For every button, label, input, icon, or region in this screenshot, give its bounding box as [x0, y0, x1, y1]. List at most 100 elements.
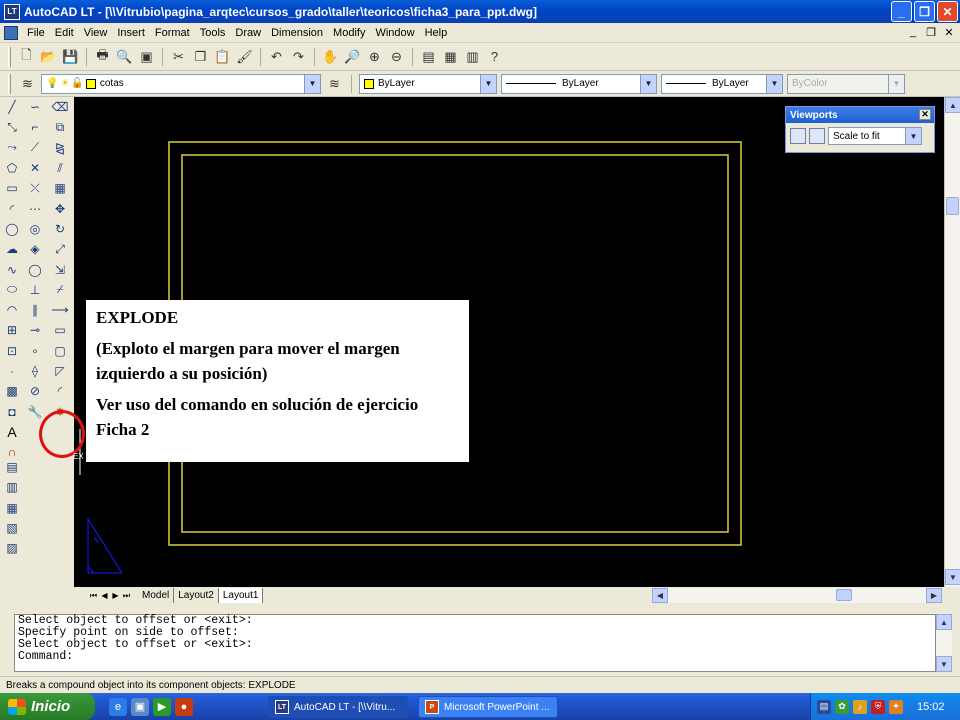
- save-icon[interactable]: 💾: [61, 47, 80, 66]
- command-history[interactable]: Select object to offset or <exit>: Speci…: [14, 614, 936, 672]
- move-icon[interactable]: ✥: [50, 198, 70, 218]
- next-tab-icon[interactable]: ▶: [110, 589, 121, 602]
- chevron-down-icon[interactable]: ▼: [480, 74, 496, 93]
- lineweight-dropdown[interactable]: ByLayer ▼: [661, 73, 783, 94]
- snap-from-icon[interactable]: ∽: [25, 97, 45, 117]
- polygon-icon[interactable]: ⬠: [2, 158, 22, 178]
- menu-help[interactable]: Help: [420, 27, 453, 39]
- command-prompt[interactable]: Command:: [18, 651, 935, 663]
- make-current-layer-icon[interactable]: ≋: [325, 74, 344, 93]
- security-icon[interactable]: ⛨: [871, 699, 885, 714]
- color-dropdown[interactable]: ByLayer ▼: [359, 73, 497, 94]
- snap-perpendicular-icon[interactable]: ⊥: [25, 280, 45, 300]
- document-icon[interactable]: [4, 25, 18, 40]
- erase-icon[interactable]: ⌫: [50, 97, 70, 117]
- scale-icon[interactable]: ⤢: [50, 239, 70, 259]
- new-icon[interactable]: 🗋: [17, 47, 36, 66]
- toolpalette-icon[interactable]: ▥: [463, 47, 482, 66]
- viewports-dialog-icon[interactable]: [790, 128, 806, 144]
- taskbar-autocad[interactable]: LT AutoCAD LT - [\\Vitru...: [268, 696, 408, 718]
- snap-extension-icon[interactable]: ⋯: [25, 198, 45, 218]
- toolbar-grip[interactable]: [8, 73, 11, 94]
- chevron-down-icon[interactable]: ▼: [640, 74, 656, 93]
- mtext-icon[interactable]: A: [2, 422, 22, 442]
- menu-draw[interactable]: Draw: [230, 27, 266, 39]
- layer-tool-icon-5[interactable]: ▨: [2, 538, 22, 558]
- snap-quadrant-icon[interactable]: ◈: [25, 239, 45, 259]
- zoom-realtime-icon[interactable]: 🔎: [343, 47, 362, 66]
- scroll-down-button[interactable]: ▼: [945, 569, 960, 585]
- construction-line-icon[interactable]: ⤡: [2, 117, 22, 137]
- copy-object-icon[interactable]: ⧉: [50, 117, 70, 137]
- ellipse-icon[interactable]: ⬭: [2, 280, 22, 300]
- command-scrollbar[interactable]: ▲ ▼: [936, 614, 952, 672]
- snap-midpoint-icon[interactable]: ⟋: [25, 138, 45, 158]
- open-icon[interactable]: 📂: [39, 47, 58, 66]
- doc-restore-button[interactable]: ❐: [924, 25, 938, 39]
- snap-apparent-icon[interactable]: ⤫: [25, 178, 45, 198]
- first-tab-icon[interactable]: ⏮: [88, 589, 99, 602]
- doc-close-button[interactable]: ✕: [942, 25, 956, 39]
- update-icon[interactable]: ✦: [889, 699, 903, 714]
- last-tab-icon[interactable]: ⏭: [121, 589, 132, 602]
- menu-window[interactable]: Window: [370, 27, 419, 39]
- make-block-icon[interactable]: ⊡: [2, 341, 22, 361]
- maximize-button[interactable]: ❐: [914, 1, 935, 22]
- mirror-icon[interactable]: ⧎: [50, 138, 70, 158]
- layer-tool-icon-4[interactable]: ▧: [2, 518, 22, 538]
- toolbar-grip[interactable]: [8, 46, 11, 67]
- spline-icon[interactable]: ∿: [2, 259, 22, 279]
- firefox-icon[interactable]: ●: [175, 697, 193, 716]
- menu-modify[interactable]: Modify: [328, 27, 370, 39]
- extend-icon[interactable]: ⟶: [50, 300, 70, 320]
- snap-insert-icon[interactable]: ⊸: [25, 320, 45, 340]
- break-icon[interactable]: ▭: [50, 320, 70, 340]
- snap-tangent-icon[interactable]: ◯: [25, 259, 45, 279]
- tray-app-icon[interactable]: ✿: [835, 699, 849, 714]
- layer-tool-icon-2[interactable]: ▥: [2, 477, 22, 497]
- line-icon[interactable]: ╱: [2, 97, 22, 117]
- network-icon[interactable]: ▤: [817, 699, 831, 714]
- tab-model[interactable]: Model: [138, 588, 175, 603]
- menu-view[interactable]: View: [79, 27, 113, 39]
- region-icon[interactable]: ◘: [2, 401, 22, 421]
- redo-icon[interactable]: ↷: [289, 47, 308, 66]
- print-icon[interactable]: 🖶: [93, 47, 112, 66]
- offset-icon[interactable]: ⫽: [50, 158, 70, 178]
- cut-icon[interactable]: ✂: [169, 47, 188, 66]
- undo-icon[interactable]: ↶: [267, 47, 286, 66]
- zoom-previous-icon[interactable]: ⊖: [387, 47, 406, 66]
- publish-icon[interactable]: ▣: [137, 47, 156, 66]
- chamfer-icon[interactable]: ◸: [50, 361, 70, 381]
- snap-parallel-icon[interactable]: ∥: [25, 300, 45, 320]
- menu-file[interactable]: File: [22, 27, 50, 39]
- zoom-window-icon[interactable]: ⊕: [365, 47, 384, 66]
- media-icon[interactable]: ▶: [153, 697, 171, 716]
- horizontal-scrollbar[interactable]: ◀ ▶: [652, 588, 942, 603]
- snap-node-icon[interactable]: ∘: [25, 341, 45, 361]
- scroll-down-button[interactable]: ▼: [936, 656, 952, 672]
- layer-dropdown[interactable]: 💡 ☀ 🔓 cotas ▼: [41, 73, 321, 94]
- rectangle-icon[interactable]: ▭: [2, 178, 22, 198]
- menu-insert[interactable]: Insert: [112, 27, 150, 39]
- snap-nearest-icon[interactable]: ⟠: [25, 361, 45, 381]
- join-icon[interactable]: ▢: [50, 341, 70, 361]
- menu-format[interactable]: Format: [150, 27, 195, 39]
- snap-intersection-icon[interactable]: ✕: [25, 158, 45, 178]
- layer-manager-icon[interactable]: ≋: [18, 74, 37, 93]
- menu-edit[interactable]: Edit: [50, 27, 79, 39]
- vertical-scrollbar[interactable]: ▲ ▼: [944, 97, 960, 587]
- designcenter-icon[interactable]: ▦: [441, 47, 460, 66]
- desktop-icon[interactable]: ▣: [131, 697, 149, 716]
- hscroll-thumb[interactable]: [836, 589, 852, 601]
- trim-icon[interactable]: ⌿: [50, 280, 70, 300]
- stretch-icon[interactable]: ⇲: [50, 259, 70, 279]
- scroll-thumb[interactable]: [946, 197, 959, 215]
- chevron-down-icon[interactable]: ▼: [766, 74, 782, 93]
- paste-icon[interactable]: 📋: [213, 47, 232, 66]
- match-icon[interactable]: 🖌: [235, 47, 254, 66]
- prev-tab-icon[interactable]: ◀: [99, 589, 110, 602]
- minimize-button[interactable]: _: [891, 1, 912, 22]
- autocad-app-icon[interactable]: LT: [4, 3, 20, 20]
- copy-icon[interactable]: ❐: [191, 47, 210, 66]
